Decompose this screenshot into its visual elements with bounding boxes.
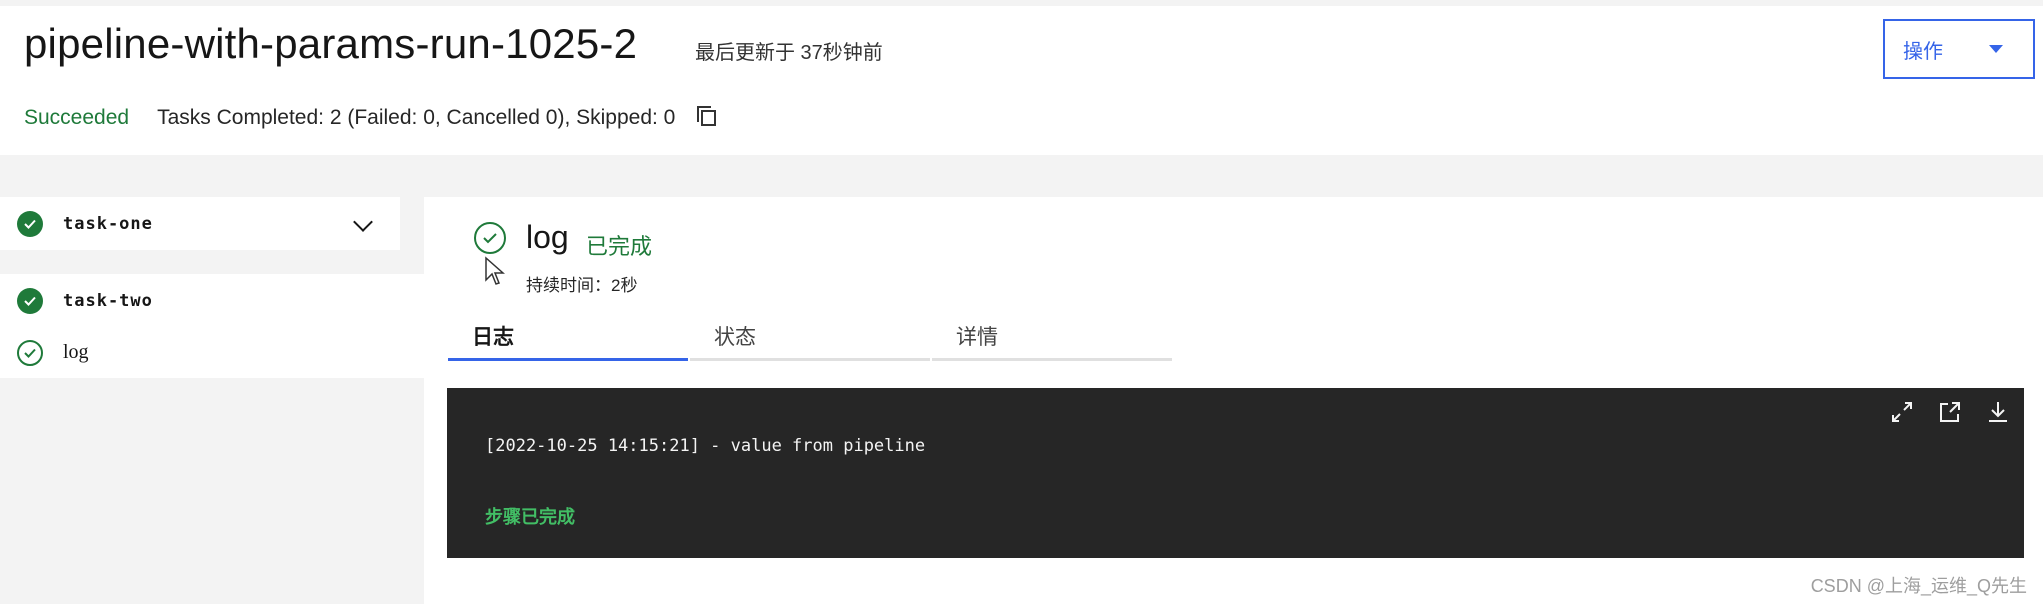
- copy-icon[interactable]: [697, 106, 719, 130]
- tab-logs[interactable]: 日志: [448, 314, 688, 361]
- log-toolbar: [1888, 398, 2012, 426]
- checkmark-filled-icon: [17, 210, 43, 237]
- run-status: Succeeded: [24, 106, 130, 129]
- tab-details[interactable]: 详情: [932, 314, 1172, 361]
- log-viewer: [2022-10-25 14:15:21] - value from pipel…: [447, 388, 2024, 558]
- tab-status[interactable]: 状态: [690, 314, 930, 361]
- actions-dropdown[interactable]: 操作: [1883, 19, 2035, 79]
- checkmark-outline-icon: [17, 339, 43, 366]
- sidebar-item-log[interactable]: log: [0, 334, 424, 371]
- log-line: [2022-10-25 14:15:21] - value from pipel…: [485, 436, 926, 456]
- checkmark-filled-icon: [17, 287, 43, 314]
- page-header: pipeline-with-params-run-1025-2 最后更新于 37…: [0, 6, 2043, 155]
- tasks-summary: Tasks Completed: 2 (Failed: 0, Cancelled…: [157, 106, 676, 129]
- sidebar-item-task-one[interactable]: task-one: [0, 197, 400, 250]
- sidebar-item-label: task-two: [63, 290, 153, 311]
- actions-label: 操作: [1903, 40, 1943, 63]
- caret-down-icon: [1989, 45, 2003, 53]
- task-duration: 持续时间：2秒: [526, 276, 638, 295]
- task-detail-panel: log 已完成 持续时间：2秒 日志 状态 详情 [2022-10-25 14:…: [424, 197, 2043, 604]
- chevron-down-icon[interactable]: [353, 212, 373, 232]
- tab-list: 日志 状态 详情: [448, 314, 1174, 361]
- sidebar-item-label: log: [63, 341, 89, 363]
- sidebar-item-task-two[interactable]: task-two: [0, 282, 424, 319]
- tab-label: 日志: [472, 326, 514, 349]
- watermark: CSDN @上海_运维_Q先生: [1810, 576, 2027, 596]
- task-state: 已完成: [586, 234, 653, 259]
- download-icon[interactable]: [1984, 398, 2012, 426]
- status-row: Succeeded Tasks Completed: 2 (Failed: 0,…: [24, 106, 719, 130]
- tab-label: 详情: [956, 326, 998, 349]
- mouse-cursor-icon: [485, 256, 505, 285]
- page-title: pipeline-with-params-run-1025-2: [24, 20, 638, 67]
- step-completed-message: 步骤已完成: [485, 507, 575, 527]
- open-external-icon[interactable]: [1936, 398, 1964, 426]
- last-updated: 最后更新于 37秒钟前: [695, 42, 883, 64]
- task-title: log: [526, 219, 569, 255]
- sidebar-item-label: task-one: [63, 213, 153, 234]
- maximize-icon[interactable]: [1888, 398, 1916, 426]
- tab-label: 状态: [714, 326, 756, 349]
- checkmark-outline-icon: [474, 222, 506, 254]
